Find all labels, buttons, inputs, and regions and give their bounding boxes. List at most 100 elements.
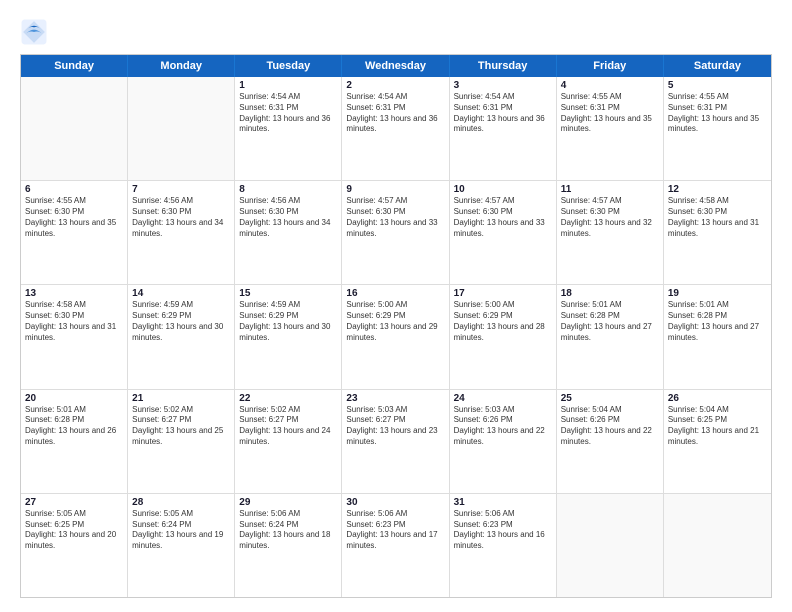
day-number: 8 [239,184,337,195]
calendar-cell: 2Sunrise: 4:54 AMSunset: 6:31 PMDaylight… [342,77,449,180]
day-number: 9 [346,184,444,195]
cell-info: Sunrise: 4:59 AMSunset: 6:29 PMDaylight:… [132,300,230,343]
header-day: Monday [128,55,235,77]
header-day: Thursday [450,55,557,77]
day-number: 19 [668,288,767,299]
calendar-cell: 23Sunrise: 5:03 AMSunset: 6:27 PMDayligh… [342,390,449,493]
header-day: Sunday [21,55,128,77]
day-number: 28 [132,497,230,508]
day-number: 21 [132,393,230,404]
cell-info: Sunrise: 5:05 AMSunset: 6:24 PMDaylight:… [132,509,230,552]
cell-info: Sunrise: 4:54 AMSunset: 6:31 PMDaylight:… [239,92,337,135]
calendar-cell: 24Sunrise: 5:03 AMSunset: 6:26 PMDayligh… [450,390,557,493]
calendar-cell: 22Sunrise: 5:02 AMSunset: 6:27 PMDayligh… [235,390,342,493]
cell-info: Sunrise: 4:54 AMSunset: 6:31 PMDaylight:… [454,92,552,135]
cell-info: Sunrise: 5:01 AMSunset: 6:28 PMDaylight:… [25,405,123,448]
cell-info: Sunrise: 4:57 AMSunset: 6:30 PMDaylight:… [454,196,552,239]
cell-info: Sunrise: 4:55 AMSunset: 6:31 PMDaylight:… [561,92,659,135]
cell-info: Sunrise: 5:00 AMSunset: 6:29 PMDaylight:… [454,300,552,343]
calendar-cell: 15Sunrise: 4:59 AMSunset: 6:29 PMDayligh… [235,285,342,388]
header-day: Saturday [664,55,771,77]
cell-info: Sunrise: 5:02 AMSunset: 6:27 PMDaylight:… [239,405,337,448]
calendar: SundayMondayTuesdayWednesdayThursdayFrid… [20,54,772,598]
calendar-cell: 13Sunrise: 4:58 AMSunset: 6:30 PMDayligh… [21,285,128,388]
cell-info: Sunrise: 5:04 AMSunset: 6:26 PMDaylight:… [561,405,659,448]
calendar-cell [21,77,128,180]
day-number: 6 [25,184,123,195]
day-number: 2 [346,80,444,91]
header-day: Wednesday [342,55,449,77]
calendar-row: 13Sunrise: 4:58 AMSunset: 6:30 PMDayligh… [21,284,771,388]
day-number: 29 [239,497,337,508]
calendar-cell: 10Sunrise: 4:57 AMSunset: 6:30 PMDayligh… [450,181,557,284]
calendar-cell: 4Sunrise: 4:55 AMSunset: 6:31 PMDaylight… [557,77,664,180]
calendar-cell: 11Sunrise: 4:57 AMSunset: 6:30 PMDayligh… [557,181,664,284]
day-number: 5 [668,80,767,91]
calendar-cell [664,494,771,597]
day-number: 22 [239,393,337,404]
calendar-cell: 19Sunrise: 5:01 AMSunset: 6:28 PMDayligh… [664,285,771,388]
day-number: 7 [132,184,230,195]
calendar-cell: 3Sunrise: 4:54 AMSunset: 6:31 PMDaylight… [450,77,557,180]
logo [20,18,52,46]
calendar-cell: 9Sunrise: 4:57 AMSunset: 6:30 PMDaylight… [342,181,449,284]
cell-info: Sunrise: 4:59 AMSunset: 6:29 PMDaylight:… [239,300,337,343]
calendar-row: 20Sunrise: 5:01 AMSunset: 6:28 PMDayligh… [21,389,771,493]
cell-info: Sunrise: 5:02 AMSunset: 6:27 PMDaylight:… [132,405,230,448]
calendar-cell: 16Sunrise: 5:00 AMSunset: 6:29 PMDayligh… [342,285,449,388]
calendar-cell: 20Sunrise: 5:01 AMSunset: 6:28 PMDayligh… [21,390,128,493]
calendar-cell: 12Sunrise: 4:58 AMSunset: 6:30 PMDayligh… [664,181,771,284]
cell-info: Sunrise: 5:04 AMSunset: 6:25 PMDaylight:… [668,405,767,448]
calendar-cell: 30Sunrise: 5:06 AMSunset: 6:23 PMDayligh… [342,494,449,597]
day-number: 26 [668,393,767,404]
cell-info: Sunrise: 5:06 AMSunset: 6:23 PMDaylight:… [454,509,552,552]
calendar-cell: 28Sunrise: 5:05 AMSunset: 6:24 PMDayligh… [128,494,235,597]
calendar-cell: 27Sunrise: 5:05 AMSunset: 6:25 PMDayligh… [21,494,128,597]
calendar-row: 1Sunrise: 4:54 AMSunset: 6:31 PMDaylight… [21,77,771,180]
day-number: 25 [561,393,659,404]
day-number: 23 [346,393,444,404]
calendar-cell [128,77,235,180]
header-day: Tuesday [235,55,342,77]
header [20,18,772,46]
day-number: 4 [561,80,659,91]
day-number: 31 [454,497,552,508]
cell-info: Sunrise: 4:58 AMSunset: 6:30 PMDaylight:… [25,300,123,343]
day-number: 3 [454,80,552,91]
cell-info: Sunrise: 5:05 AMSunset: 6:25 PMDaylight:… [25,509,123,552]
calendar-body: 1Sunrise: 4:54 AMSunset: 6:31 PMDaylight… [21,77,771,597]
day-number: 14 [132,288,230,299]
day-number: 24 [454,393,552,404]
cell-info: Sunrise: 4:55 AMSunset: 6:30 PMDaylight:… [25,196,123,239]
calendar-cell: 1Sunrise: 4:54 AMSunset: 6:31 PMDaylight… [235,77,342,180]
calendar-cell: 26Sunrise: 5:04 AMSunset: 6:25 PMDayligh… [664,390,771,493]
day-number: 12 [668,184,767,195]
cell-info: Sunrise: 5:01 AMSunset: 6:28 PMDaylight:… [561,300,659,343]
calendar-cell: 29Sunrise: 5:06 AMSunset: 6:24 PMDayligh… [235,494,342,597]
header-day: Friday [557,55,664,77]
cell-info: Sunrise: 5:01 AMSunset: 6:28 PMDaylight:… [668,300,767,343]
calendar-cell: 17Sunrise: 5:00 AMSunset: 6:29 PMDayligh… [450,285,557,388]
cell-info: Sunrise: 5:03 AMSunset: 6:26 PMDaylight:… [454,405,552,448]
logo-icon [20,18,48,46]
page: SundayMondayTuesdayWednesdayThursdayFrid… [0,0,792,612]
calendar-cell: 21Sunrise: 5:02 AMSunset: 6:27 PMDayligh… [128,390,235,493]
cell-info: Sunrise: 4:57 AMSunset: 6:30 PMDaylight:… [561,196,659,239]
calendar-cell [557,494,664,597]
cell-info: Sunrise: 4:55 AMSunset: 6:31 PMDaylight:… [668,92,767,135]
day-number: 11 [561,184,659,195]
day-number: 10 [454,184,552,195]
calendar-cell: 25Sunrise: 5:04 AMSunset: 6:26 PMDayligh… [557,390,664,493]
cell-info: Sunrise: 5:06 AMSunset: 6:24 PMDaylight:… [239,509,337,552]
calendar-row: 6Sunrise: 4:55 AMSunset: 6:30 PMDaylight… [21,180,771,284]
calendar-cell: 5Sunrise: 4:55 AMSunset: 6:31 PMDaylight… [664,77,771,180]
cell-info: Sunrise: 4:56 AMSunset: 6:30 PMDaylight:… [239,196,337,239]
day-number: 27 [25,497,123,508]
day-number: 18 [561,288,659,299]
calendar-cell: 18Sunrise: 5:01 AMSunset: 6:28 PMDayligh… [557,285,664,388]
cell-info: Sunrise: 5:00 AMSunset: 6:29 PMDaylight:… [346,300,444,343]
calendar-cell: 31Sunrise: 5:06 AMSunset: 6:23 PMDayligh… [450,494,557,597]
day-number: 15 [239,288,337,299]
calendar-header: SundayMondayTuesdayWednesdayThursdayFrid… [21,55,771,77]
day-number: 1 [239,80,337,91]
